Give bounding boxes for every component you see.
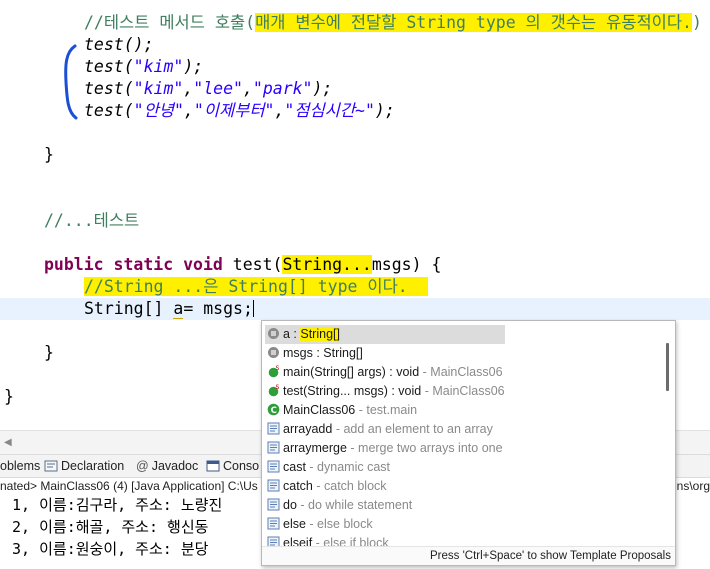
content-assist-item[interactable]: Smain(String[] args) : void - MainClass0… (265, 363, 663, 382)
code-line-call3: test("kim","lee","park"); (84, 79, 333, 98)
content-assist-item[interactable]: Stest(String... msgs) : void - MainClass… (265, 382, 663, 401)
content-assist-item-label: main(String[] args) : void (283, 365, 420, 379)
console-icon (206, 460, 220, 472)
tab-console[interactable]: Conso (206, 455, 259, 478)
code-line-close-brace-class: } (4, 387, 14, 406)
tab-declaration[interactable]: Declaration (44, 455, 124, 478)
template-icon (265, 441, 283, 455)
content-assist-item-type-highlight: String[] (300, 327, 340, 341)
content-assist-item-detail: - test.main (355, 403, 418, 417)
content-assist-item[interactable]: cast - dynamic cast (265, 458, 663, 477)
local-variable-icon (265, 327, 283, 341)
content-assist-item-detail: - else block (305, 517, 373, 531)
code-line-declaration[interactable]: String[] a= msgs; (84, 298, 254, 320)
tab-problems[interactable]: oblems (0, 455, 40, 478)
tab-javadoc[interactable]: @ Javadoc (136, 455, 198, 478)
highlighted-comment: 매개 변수에 전달할 String type 의 갯수는 유동적이다. (255, 13, 692, 32)
content-assist-item[interactable]: catch - catch block (265, 477, 663, 496)
code-line-call1: test(); (84, 35, 154, 54)
content-assist-item-label: msgs : String[] (283, 346, 363, 360)
template-icon (265, 460, 283, 474)
code-line-comment-call: //테스트 메서드 호출(매개 변수에 전달할 String type 의 갯수… (84, 13, 702, 32)
code-line-comment-test: //...테스트 (44, 211, 140, 230)
code-line-close-brace: } (44, 145, 54, 164)
static-method-icon: S (265, 365, 283, 379)
content-assist-item-label: arrayadd (283, 422, 333, 436)
content-assist-item[interactable]: a : String[] (265, 325, 505, 344)
content-assist-item[interactable]: C MainClass06 - test.main (265, 401, 663, 420)
template-icon (265, 517, 283, 531)
javadoc-icon: @ (136, 459, 149, 473)
template-icon (265, 498, 283, 512)
content-assist-item[interactable]: do - do while statement (265, 496, 663, 515)
svg-text:S: S (276, 384, 280, 391)
content-assist-item[interactable]: else - else block (265, 515, 663, 534)
content-assist-item-label: test(String... msgs) : void (283, 384, 422, 398)
content-assist-popup[interactable]: a : String[] msgs : String[] Smain(String[… (261, 320, 676, 566)
code-line-comment-string: //String ...은 String[] type 이다. (84, 276, 428, 298)
content-assist-scrollbar[interactable] (666, 343, 669, 391)
static-method-icon: S (265, 384, 283, 398)
code-line-call2: test("kim"); (84, 57, 204, 76)
scroll-left-arrow-icon[interactable]: ◀ (4, 437, 12, 448)
declaration-icon (44, 460, 58, 472)
content-assist-item-detail: - MainClass06 (419, 365, 503, 379)
content-assist-item[interactable]: arraymerge - merge two arrays into one (265, 439, 663, 458)
content-assist-item-label: MainClass06 (283, 403, 356, 417)
pen-bracket-annotation (64, 44, 78, 120)
text-caret (252, 300, 254, 317)
highlighted-param-type: String... (282, 255, 372, 274)
content-assist-item-detail: - dynamic cast (305, 460, 390, 474)
content-assist-item-label: arraymerge (283, 441, 347, 455)
code-line-call4: test("안녕","이제부터","점심시간~"); (84, 101, 395, 120)
content-assist-item-detail: - MainClass06 (421, 384, 505, 398)
content-assist-item-label: else (283, 517, 306, 531)
content-assist-footer: Press 'Ctrl+Space' to show Template Prop… (262, 546, 675, 565)
content-assist-item-detail: - do while statement (296, 498, 413, 512)
local-variable-icon (265, 346, 283, 360)
content-assist-item-detail: - catch block (312, 479, 387, 493)
svg-text:S: S (276, 365, 280, 372)
content-assist-item-label: a : (283, 327, 301, 341)
code-line-method-signature: public static void test(String...msgs) { (44, 255, 442, 274)
content-assist-item-detail: - add an element to an array (332, 422, 493, 436)
console-output-line: 2, 이름:해골, 주소: 행신동 (12, 518, 209, 536)
content-assist-item-detail: - merge two arrays into one (346, 441, 503, 455)
console-output-line: 1, 이름:김구라, 주소: 노량진 (12, 496, 223, 514)
svg-text:C: C (271, 406, 277, 416)
console-output-line: 3, 이름:원숭이, 주소: 분당 (12, 540, 209, 558)
class-icon: C (265, 403, 283, 417)
template-icon (265, 422, 283, 436)
content-assist-item-label: catch (283, 479, 313, 493)
content-assist-item-label: cast (283, 460, 306, 474)
content-assist-item[interactable]: arrayadd - add an element to an array (265, 420, 663, 439)
content-assist-item-label: do (283, 498, 297, 512)
template-icon (265, 479, 283, 493)
content-assist-item[interactable]: msgs : String[] (265, 344, 663, 363)
code-line-close-brace-method: } (44, 343, 54, 362)
